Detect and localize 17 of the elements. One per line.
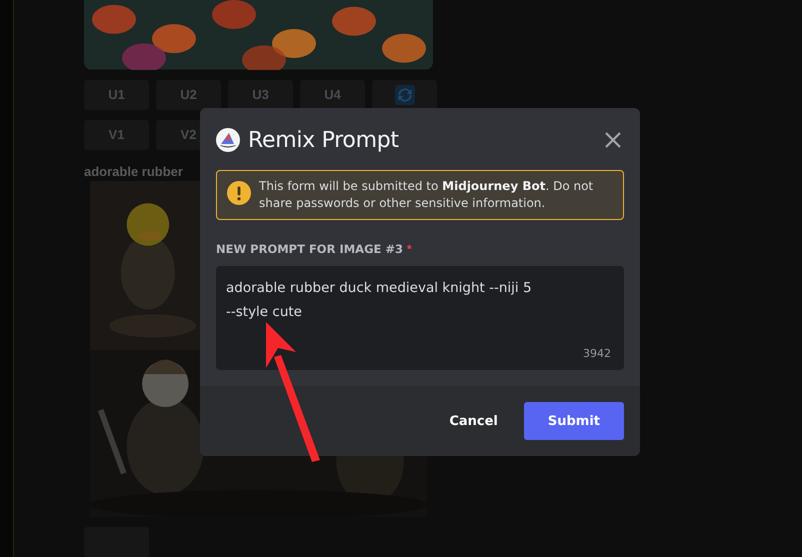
character-counter: 3942 — [583, 347, 611, 360]
notice-text: This form will be submitted to Midjourney Bot. Do not share passwords or other sensitive information. — [259, 178, 594, 212]
field-label: NEW PROMPT FOR IMAGE #3 — [216, 242, 403, 256]
required-asterisk: * — [407, 242, 412, 256]
cancel-button[interactable]: Cancel — [423, 402, 524, 440]
upscale-button[interactable]: U3 — [228, 80, 293, 110]
sailboat-icon — [216, 128, 240, 152]
message-title: adorable rubber — [84, 164, 183, 181]
dialog-title: Remix Prompt — [248, 128, 400, 152]
upscale-button[interactable]: U2 — [156, 80, 221, 110]
refresh-icon — [394, 84, 414, 105]
variation-button[interactable]: V1 — [84, 120, 149, 150]
upscale-button[interactable]: U4 — [300, 80, 365, 110]
reroll-button[interactable] — [372, 80, 437, 110]
upscale-button[interactable]: U1 — [84, 80, 149, 110]
warning-icon — [227, 181, 251, 205]
submit-button[interactable]: Submit — [524, 402, 624, 440]
